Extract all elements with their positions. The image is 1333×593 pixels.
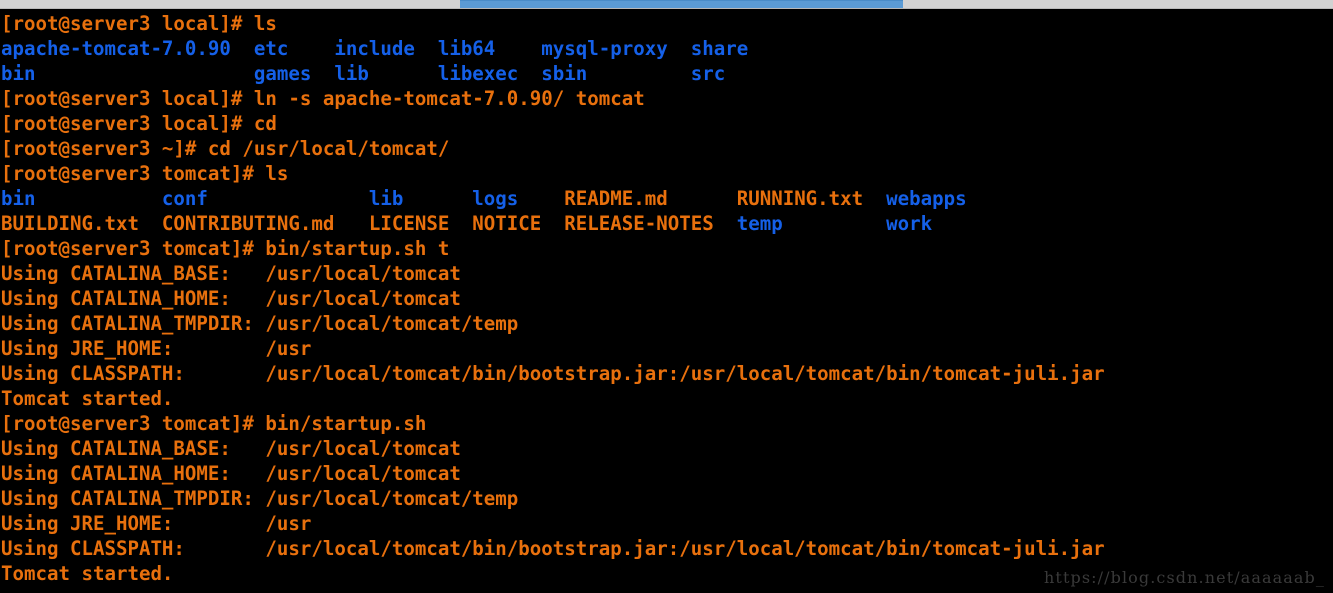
terminal-line: Using CATALINA_TMPDIR: /usr/local/tomcat… [1, 311, 1105, 336]
terminal-line: Using CLASSPATH: /usr/local/tomcat/bin/b… [1, 361, 1105, 386]
terminal-line: Using CATALINA_BASE: /usr/local/tomcat [1, 261, 1105, 286]
terminal-line: BUILDING.txt CONTRIBUTING.md LICENSE NOT… [1, 211, 1105, 236]
terminal-line: Tomcat started. [1, 561, 1105, 586]
terminal-line: [root@server3 local]# cd [1, 111, 1105, 136]
terminal-line: Using JRE_HOME: /usr [1, 336, 1105, 361]
terminal-line: Using CATALINA_HOME: /usr/local/tomcat [1, 461, 1105, 486]
directory-name: bin conf lib logs [1, 187, 565, 210]
terminal-line: [root@server3 tomcat]# ls [1, 161, 1105, 186]
watermark-text: https://blog.csdn.net/aaaaaab_ [1044, 568, 1325, 587]
terminal-text: Tomcat started. [1, 387, 174, 410]
directory-name: webapps [886, 187, 967, 210]
terminal-text: [root@server3 local]# ln -s apache-tomca… [1, 87, 645, 110]
terminal-line: Tomcat started. [1, 386, 1105, 411]
terminal-text: Using CATALINA_TMPDIR: /usr/local/tomcat… [1, 312, 519, 335]
terminal-text: Using CATALINA_BASE: /usr/local/tomcat [1, 262, 461, 285]
terminal-line: Using JRE_HOME: /usr [1, 511, 1105, 536]
terminal-text: BUILDING.txt CONTRIBUTING.md LICENSE NOT… [1, 212, 737, 235]
terminal-screen: [root@server3 local]# ls apache-tomcat-7.… [1, 11, 1105, 586]
scrollbar-thumb[interactable] [460, 0, 903, 8]
terminal-window[interactable]: [root@server3 local]# ls apache-tomcat-7.… [0, 9, 1333, 593]
terminal-line: [root@server3 tomcat]# bin/startup.sh [1, 411, 1105, 436]
terminal-text: [root@server3 tomcat]# ls [1, 162, 289, 185]
terminal-text: Using CLASSPATH: /usr/local/tomcat/bin/b… [1, 362, 1105, 385]
terminal-text: Using JRE_HOME: /usr [1, 337, 312, 360]
terminal-line: [root@server3 tomcat]# bin/startup.sh t [1, 236, 1105, 261]
terminal-text: [root@server3 ~]# cd /usr/local/tomcat/ [1, 137, 450, 160]
terminal-text: README.md RUNNING.txt [564, 187, 887, 210]
directory-name: temp work [736, 212, 933, 235]
terminal-line: [root@server3 local]# ls [1, 11, 1105, 36]
terminal-text: [root@server3 tomcat]# bin/startup.sh [1, 412, 427, 435]
terminal-line: bin games lib libexec sbin src [1, 61, 1105, 86]
terminal-line: Using CATALINA_TMPDIR: /usr/local/tomcat… [1, 486, 1105, 511]
terminal-line: apache-tomcat-7.0.90 etc include lib64 m… [1, 36, 1105, 61]
horizontal-scrollbar[interactable] [0, 0, 1333, 9]
terminal-line: [root@server3 ~]# cd /usr/local/tomcat/ [1, 136, 1105, 161]
terminal-text: Using CATALINA_HOME: /usr/local/tomcat [1, 462, 461, 485]
terminal-line: Using CATALINA_BASE: /usr/local/tomcat [1, 436, 1105, 461]
terminal-line: [root@server3 local]# ln -s apache-tomca… [1, 86, 1105, 111]
terminal-text: [root@server3 local]# ls [1, 12, 277, 35]
terminal-text: Tomcat started. [1, 562, 174, 585]
terminal-line: Using CLASSPATH: /usr/local/tomcat/bin/b… [1, 536, 1105, 561]
terminal-text: Using CATALINA_TMPDIR: /usr/local/tomcat… [1, 487, 519, 510]
terminal-text: Using CATALINA_HOME: /usr/local/tomcat [1, 287, 461, 310]
terminal-text: Using JRE_HOME: /usr [1, 512, 312, 535]
terminal-text: Using CLASSPATH: /usr/local/tomcat/bin/b… [1, 537, 1105, 560]
terminal-text: Using CATALINA_BASE: /usr/local/tomcat [1, 437, 461, 460]
terminal-line: bin conf lib logs README.md RUNNING.txt … [1, 186, 1105, 211]
terminal-line: Using CATALINA_HOME: /usr/local/tomcat [1, 286, 1105, 311]
terminal-text: [root@server3 tomcat]# bin/startup.sh t [1, 237, 450, 260]
directory-name: bin games lib libexec sbin src [1, 62, 726, 85]
directory-name: apache-tomcat-7.0.90 etc include lib64 m… [1, 37, 749, 60]
terminal-text: [root@server3 local]# cd [1, 112, 277, 135]
